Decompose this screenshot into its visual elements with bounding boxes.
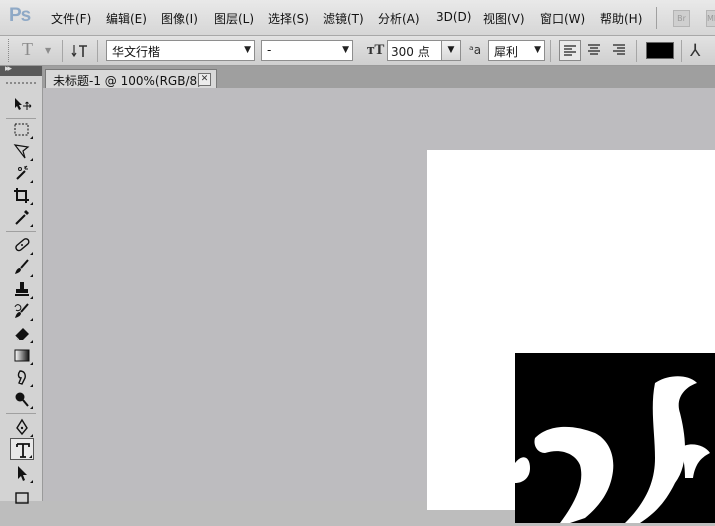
- menu-item[interactable]: 编辑(E): [106, 10, 147, 27]
- font-size-icon: ᴛT: [367, 42, 385, 58]
- menu-item[interactable]: 图层(L): [214, 10, 254, 27]
- menu-bar: Ps 文件(F) 编辑(E) 图像(I) 图层(L) 选择(S) 滤镜(T) 分析(A) 3D…: [0, 0, 715, 36]
- warp-text-icon[interactable]: ⅄: [690, 41, 700, 61]
- rectangular-marquee-icon: [14, 123, 29, 136]
- font-size-dropdown-button[interactable]: ▼: [441, 40, 461, 61]
- gradient-icon: [14, 349, 30, 362]
- collapse-icon[interactable]: ▸▸: [5, 64, 12, 74]
- history-brush-tool[interactable]: [10, 300, 34, 322]
- divider: [636, 40, 637, 62]
- polygonal-lasso-icon: [13, 144, 30, 159]
- font-family-value: 华文行楷: [112, 45, 161, 59]
- text-orientation-toggle-icon[interactable]: [71, 42, 89, 60]
- antialias-value: 犀利: [494, 45, 519, 59]
- eyedropper-icon: [15, 210, 29, 225]
- menu-item[interactable]: 文件(F): [51, 10, 91, 27]
- font-family-select[interactable]: 华文行楷 ▼: [106, 40, 255, 61]
- brush-icon: [15, 259, 29, 274]
- document-tab-title: 未标题-1 @ 100%(RGB/8): [53, 74, 202, 88]
- crop-tool[interactable]: [10, 184, 34, 206]
- options-grip[interactable]: [8, 39, 12, 62]
- divider: [97, 40, 98, 62]
- crop-icon: [14, 188, 29, 203]
- align-right-icon: [613, 44, 625, 55]
- stamp-icon: [15, 282, 29, 296]
- align-center-icon: [588, 44, 600, 55]
- type-tool[interactable]: [10, 438, 34, 460]
- menu-item[interactable]: 分析(A): [378, 10, 420, 27]
- font-size-input[interactable]: 300 点: [387, 40, 442, 61]
- rectangle-shape-icon: [15, 492, 29, 504]
- smudge-icon: [17, 370, 26, 385]
- magic-wand-icon: [16, 165, 28, 180]
- move-tool[interactable]: [10, 94, 34, 116]
- eraser-icon: [14, 328, 29, 341]
- menu-item[interactable]: 窗口(W): [540, 10, 585, 27]
- menu-item[interactable]: 帮助(H): [600, 10, 642, 27]
- path-selection-icon: [18, 466, 27, 481]
- menu-item[interactable]: 选择(S): [268, 10, 309, 27]
- chevron-down-icon[interactable]: ▼: [534, 45, 541, 55]
- menu-item[interactable]: 3D(D): [436, 10, 471, 24]
- calligraphy-glyph-shapes: [515, 376, 710, 523]
- history-brush-icon: [14, 303, 29, 318]
- eyedropper-tool[interactable]: [10, 206, 34, 228]
- align-left-button[interactable]: [559, 40, 581, 61]
- chevron-down-icon[interactable]: ▼: [45, 46, 51, 55]
- menu-item[interactable]: 滤镜(T): [323, 10, 364, 27]
- lasso-tool[interactable]: [10, 140, 34, 162]
- menu-item[interactable]: 视图(V): [483, 10, 525, 27]
- align-right-button[interactable]: [609, 40, 631, 61]
- eraser-tool[interactable]: [10, 322, 34, 344]
- options-bar: T ▼ 华文行楷 ▼ - ▼ ᴛT 300 点 ▼ ᵃa 犀利 ▼ ⅄: [0, 36, 715, 66]
- marquee-tool[interactable]: [10, 118, 34, 140]
- bridge-button[interactable]: Br: [673, 10, 690, 27]
- pen-icon: [16, 418, 28, 436]
- antialias-icon: ᵃa: [469, 43, 482, 57]
- clone-stamp-tool[interactable]: [10, 278, 34, 300]
- divider: [6, 231, 36, 232]
- align-center-button[interactable]: [584, 40, 606, 61]
- font-size-value: 300 点: [391, 45, 430, 59]
- photoshop-logo: Ps: [9, 5, 31, 26]
- menu-divider: [656, 7, 657, 29]
- document-canvas[interactable]: [427, 150, 715, 523]
- path-selection-tool[interactable]: [10, 462, 34, 484]
- font-style-select[interactable]: - ▼: [261, 40, 353, 61]
- divider: [62, 40, 63, 62]
- move-icon: [15, 98, 32, 110]
- healing-brush-tool[interactable]: [10, 234, 34, 256]
- gradient-tool[interactable]: [10, 344, 34, 366]
- divider: [6, 413, 36, 414]
- chevron-down-icon[interactable]: ▼: [244, 45, 251, 55]
- document-tab-bar: 未标题-1 @ 100%(RGB/8) ✕: [43, 66, 715, 88]
- blur-tool[interactable]: [10, 366, 34, 388]
- divider: [550, 40, 551, 62]
- text-layer-content[interactable]: [515, 353, 715, 523]
- chevron-down-icon[interactable]: ▼: [342, 45, 349, 55]
- text-color-swatch[interactable]: [646, 42, 674, 59]
- text-tool-preset-icon[interactable]: T: [22, 39, 33, 60]
- close-icon[interactable]: ✕: [198, 73, 211, 86]
- panel-grip[interactable]: [6, 82, 36, 84]
- document-tab[interactable]: 未标题-1 @ 100%(RGB/8) ✕: [45, 69, 217, 88]
- shape-tool[interactable]: [10, 486, 34, 508]
- quick-selection-tool[interactable]: [10, 162, 34, 184]
- brush-tool[interactable]: [10, 256, 34, 278]
- font-style-value: -: [267, 43, 272, 57]
- pen-tool[interactable]: [10, 416, 34, 438]
- dodge-tool[interactable]: [10, 388, 34, 410]
- divider: [681, 40, 682, 62]
- tools-panel: ▸▸: [0, 64, 43, 504]
- bandage-icon: [15, 238, 30, 252]
- align-left-icon: [564, 45, 576, 56]
- canvas-area[interactable]: [43, 88, 715, 523]
- dodge-icon: [15, 392, 29, 407]
- antialias-select[interactable]: 犀利 ▼: [488, 40, 545, 61]
- tools-panel-header[interactable]: ▸▸: [0, 64, 42, 76]
- menu-item[interactable]: 图像(I): [161, 10, 198, 27]
- mini-bridge-button[interactable]: Mb: [706, 10, 715, 27]
